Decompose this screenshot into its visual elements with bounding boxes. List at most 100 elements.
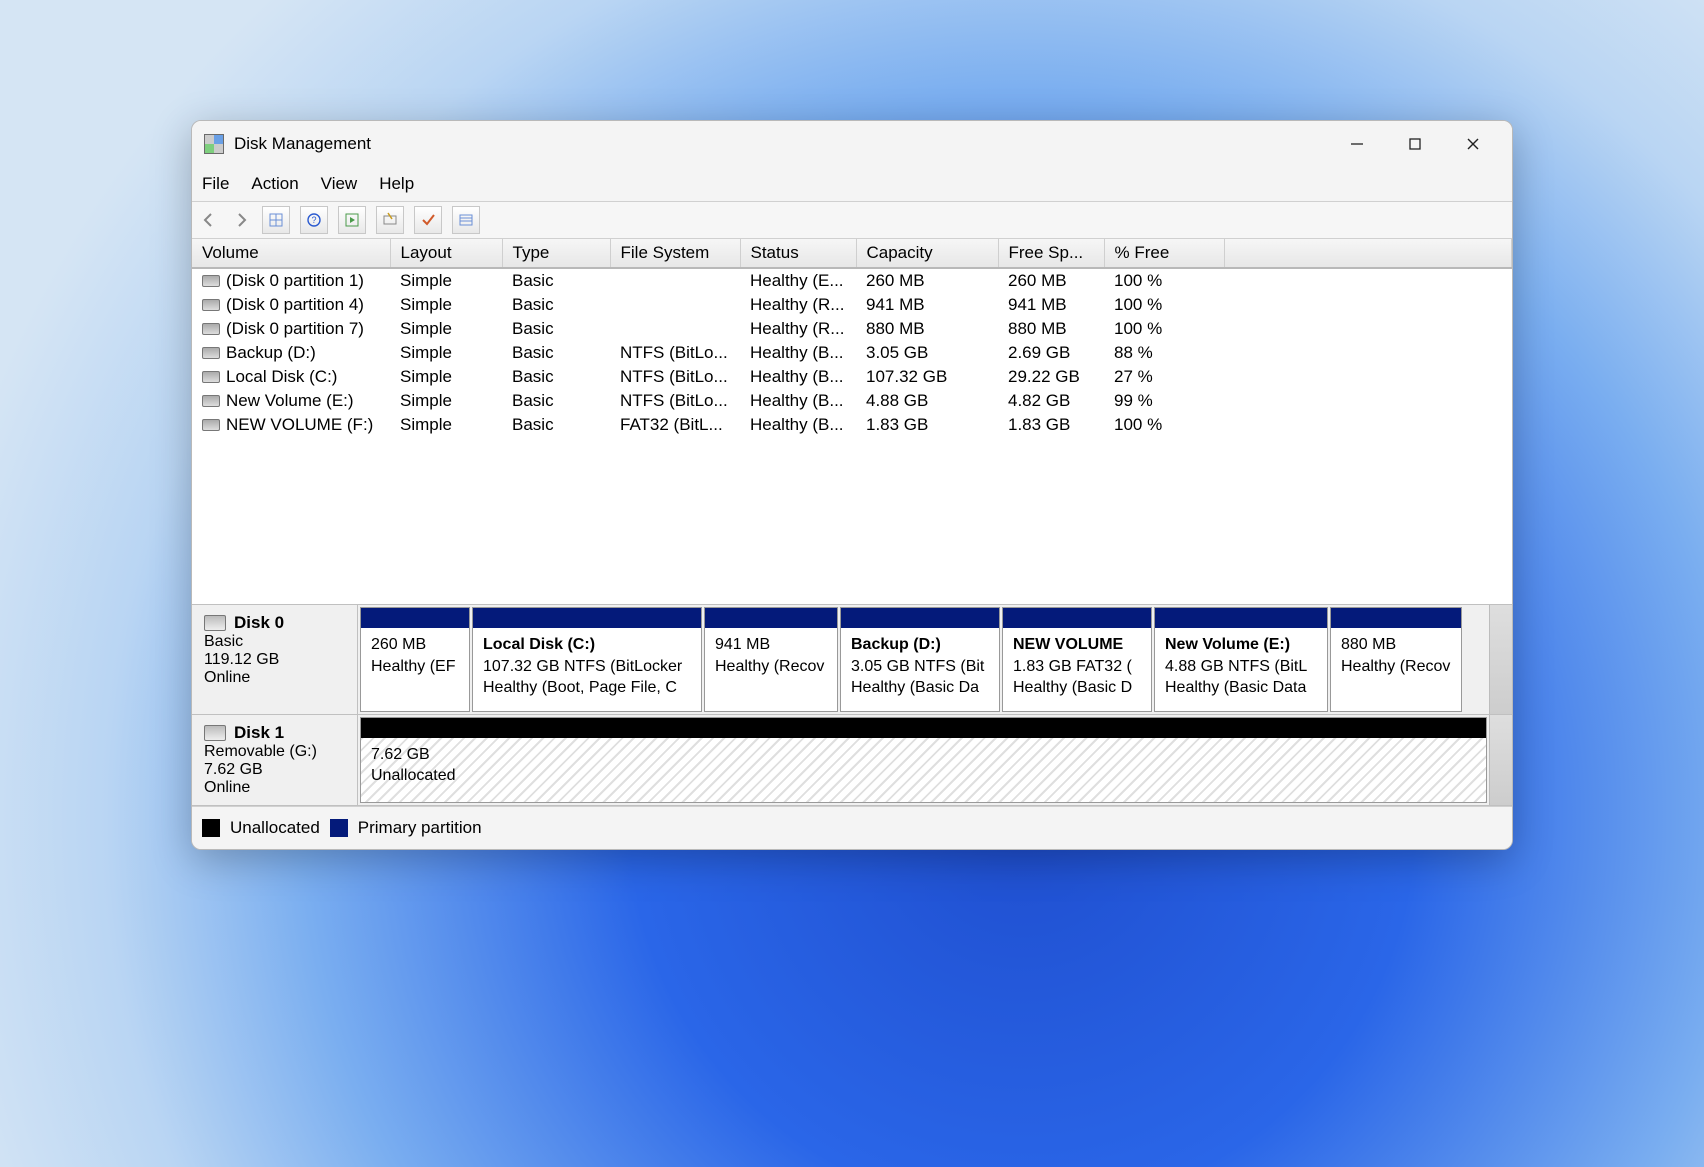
swatch-primary [330,819,348,837]
col-capacity[interactable]: Capacity [856,239,998,268]
menu-view[interactable]: View [321,174,358,194]
check-icon [420,212,436,228]
play-icon [344,212,360,228]
disk1-info[interactable]: Disk 1 Removable (G:) 7.62 GB Online [192,715,358,805]
part-status: Unallocated [371,765,1476,787]
maximize-button[interactable] [1386,121,1444,167]
part-status: Healthy (Recov [1341,658,1450,675]
grid-icon [268,212,284,228]
help-icon: ? [306,212,322,228]
forward-button[interactable] [230,207,252,233]
disk0-name: Disk 0 [234,613,284,633]
drive-icon [202,347,220,359]
help-toolbar-button[interactable]: ? [300,206,328,234]
minimize-button[interactable] [1328,121,1386,167]
drive-icon [202,299,220,311]
disk0-type: Basic [204,633,345,651]
close-button[interactable] [1444,121,1502,167]
refresh-button[interactable] [262,206,290,234]
disk-management-window: Disk Management File Action View Help [191,120,1513,850]
part-status: Healthy (Basic Data [1165,679,1306,696]
disk1-unallocated[interactable]: 7.62 GB Unallocated [360,717,1487,803]
part-title: New Volume (E:) [1165,636,1290,653]
app-icon [204,134,224,154]
column-headers[interactable]: Volume Layout Type File System Status Ca… [192,239,1512,268]
volume-row[interactable]: Local Disk (C:)SimpleBasicNTFS (BitLo...… [192,365,1512,389]
volume-row[interactable]: New Volume (E:)SimpleBasicNTFS (BitLo...… [192,389,1512,413]
volume-row[interactable]: Backup (D:)SimpleBasicNTFS (BitLo...Heal… [192,341,1512,365]
part-size: 880 MB [1341,636,1396,653]
drive-icon [202,371,220,383]
part-size: 941 MB [715,636,770,653]
volume-row[interactable]: NEW VOLUME (F:)SimpleBasicFAT32 (BitL...… [192,413,1512,437]
part-title: NEW VOLUME [1013,636,1123,653]
drive-icon [202,323,220,335]
disk1-graphical: Disk 1 Removable (G:) 7.62 GB Online 7.6… [192,715,1512,806]
toolbar: ? [192,201,1512,239]
window-controls [1328,121,1502,167]
col-free[interactable]: Free Sp... [998,239,1104,268]
title-bar: Disk Management [192,121,1512,167]
forward-icon [233,212,249,228]
part-status: Healthy (Boot, Page File, C [483,679,677,696]
content-area: Volume Layout Type File System Status Ca… [192,239,1512,849]
rescan-button[interactable] [376,206,404,234]
legend-unallocated: Unallocated [230,818,320,838]
disk0-status: Online [204,669,345,687]
col-status[interactable]: Status [740,239,856,268]
volume-row[interactable]: (Disk 0 partition 7)SimpleBasicHealthy (… [192,317,1512,341]
col-layout[interactable]: Layout [390,239,502,268]
menu-action[interactable]: Action [251,174,298,194]
maximize-icon [1408,137,1422,151]
volume-list[interactable]: Volume Layout Type File System Status Ca… [192,239,1512,605]
part-size: 260 MB [371,636,426,653]
drive-icon [202,395,220,407]
partition[interactable]: Local Disk (C:)107.32 GB NTFS (BitLocker… [472,607,702,712]
disk0-partitions: 260 MB Healthy (EF Local Disk (C:)107.32 G… [358,605,1489,714]
partition[interactable]: 941 MBHealthy (Recov [704,607,838,712]
col-pct[interactable]: % Free [1104,239,1224,268]
swatch-unallocated [202,819,220,837]
volume-row[interactable]: (Disk 0 partition 1)SimpleBasicHealthy (… [192,268,1512,293]
part-size: 7.62 GB [371,744,1476,766]
disk1-partitions: 7.62 GB Unallocated [358,715,1489,805]
legend: Unallocated Primary partition [192,806,1512,849]
disk1-status: Online [204,779,345,797]
vertical-scrollbar[interactable] [1489,715,1512,805]
list-button[interactable] [452,206,480,234]
svg-text:?: ? [311,215,316,225]
col-type[interactable]: Type [502,239,610,268]
hdd-icon [204,615,226,631]
back-button[interactable] [198,207,220,233]
part-status: Healthy (EF [371,658,455,675]
disk1-type: Removable (G:) [204,743,345,761]
list-icon [458,212,474,228]
part-status: Healthy (Basic D [1013,679,1132,696]
scan-icon [382,212,398,228]
partition[interactable]: 880 MB Healthy (Recov [1330,607,1462,712]
part-size: 3.05 GB NTFS (Bit [851,658,984,675]
partition[interactable]: NEW VOLUME1.83 GB FAT32 (Healthy (Basic … [1002,607,1152,712]
window-title: Disk Management [234,134,371,154]
minimize-icon [1350,137,1364,151]
volume-row[interactable]: (Disk 0 partition 4)SimpleBasicHealthy (… [192,293,1512,317]
check-button[interactable] [414,206,442,234]
partition[interactable]: New Volume (E:) 4.88 GB NTFS (BitL Healthy… [1154,607,1328,712]
partition[interactable]: Backup (D:) 3.05 GB NTFS (Bit Healthy (Bas… [840,607,1000,712]
menu-file[interactable]: File [202,174,229,194]
part-size: 4.88 GB NTFS (BitL [1165,658,1307,675]
drive-icon [202,419,220,431]
partition[interactable]: 260 MB Healthy (EF [360,607,470,712]
close-icon [1466,137,1480,151]
legend-primary: Primary partition [358,818,482,838]
vertical-scrollbar[interactable] [1489,605,1512,714]
col-volume[interactable]: Volume [192,239,390,268]
menu-help[interactable]: Help [379,174,414,194]
disk0-graphical: Disk 0 Basic 119.12 GB Online 260 MB Heal… [192,605,1512,715]
removable-icon [204,725,226,741]
part-status: Healthy (Basic Da [851,679,979,696]
action-toolbar-button[interactable] [338,206,366,234]
col-fs[interactable]: File System [610,239,740,268]
disk0-info[interactable]: Disk 0 Basic 119.12 GB Online [192,605,358,714]
part-title: Backup (D:) [851,636,941,653]
